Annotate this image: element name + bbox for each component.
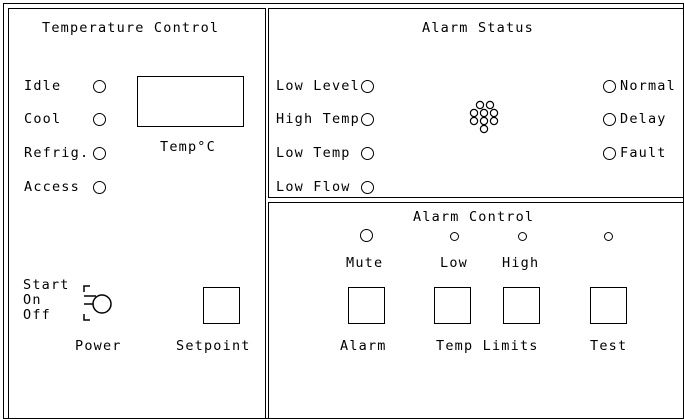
indicator-led-refrig	[93, 147, 106, 160]
alarm-led-high-temp	[361, 113, 374, 126]
alarm-label-low-flow: Low Flow	[276, 179, 351, 195]
status-led-fault	[603, 147, 616, 160]
setpoint-button[interactable]	[203, 287, 240, 324]
temperature-control-title: Temperature Control	[42, 20, 220, 36]
alarm-label-low-level: Low Level	[276, 78, 360, 94]
alarm-label-low-temp: Low Temp	[276, 145, 351, 161]
alarm-button[interactable]	[348, 287, 385, 324]
alarm-status-title: Alarm Status	[422, 20, 534, 36]
status-led-delay	[603, 113, 616, 126]
indicator-label-cool: Cool	[24, 111, 62, 127]
status-label-normal: Normal	[620, 78, 676, 94]
power-position-off: Off	[23, 307, 51, 323]
high-limit-label: High	[502, 255, 540, 271]
test-led	[604, 232, 613, 241]
power-position-on: On	[23, 292, 42, 308]
high-limit-led	[518, 232, 527, 241]
temperature-display-label: Temp°C	[160, 139, 216, 155]
indicator-led-idle	[93, 80, 106, 93]
indicator-led-access	[93, 181, 106, 194]
indicator-led-cool	[93, 113, 106, 126]
indicator-label-refrig: Refrig.	[24, 145, 90, 161]
indicator-label-idle: Idle	[24, 78, 62, 94]
speaker-grille-icon	[469, 100, 499, 134]
low-limit-led	[450, 232, 459, 241]
alarm-button-label: Alarm	[340, 338, 387, 354]
alarm-led-low-flow	[361, 181, 374, 194]
temp-high-limit-button[interactable]	[503, 287, 540, 324]
test-button[interactable]	[590, 287, 627, 324]
mute-label: Mute	[346, 255, 384, 271]
status-led-normal	[603, 80, 616, 93]
indicator-label-access: Access	[24, 179, 80, 195]
power-position-start: Start	[23, 277, 70, 293]
setpoint-label: Setpoint	[176, 338, 251, 354]
temp-limits-label: Temp Limits	[436, 338, 539, 354]
alarm-led-low-level	[361, 80, 374, 93]
mute-led	[360, 229, 373, 242]
power-switch-icon[interactable]	[82, 283, 114, 323]
temp-low-limit-button[interactable]	[434, 287, 471, 324]
low-limit-label: Low	[440, 255, 468, 271]
temperature-control-panel	[8, 8, 266, 419]
power-label: Power	[75, 338, 122, 354]
temperature-display	[137, 76, 244, 127]
alarm-led-low-temp	[361, 147, 374, 160]
status-label-delay: Delay	[620, 111, 667, 127]
test-button-label: Test	[590, 338, 628, 354]
status-label-fault: Fault	[620, 145, 667, 161]
alarm-label-high-temp: High Temp	[276, 111, 360, 127]
alarm-control-title: Alarm Control	[413, 209, 535, 225]
